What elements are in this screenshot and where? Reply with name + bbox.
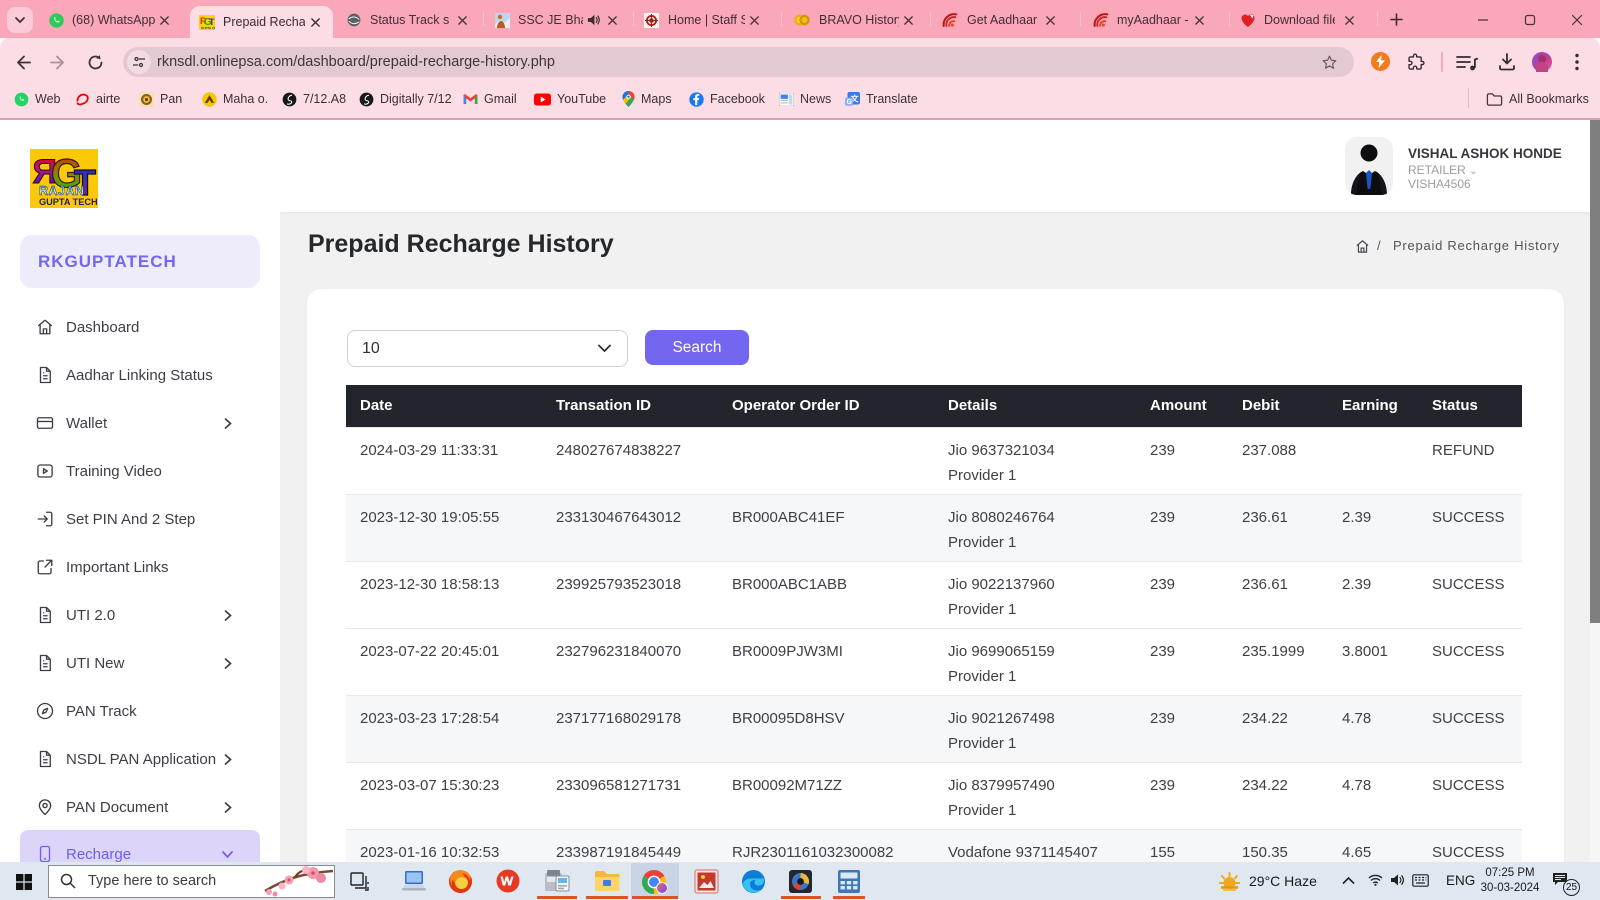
svg-text:G: G	[847, 99, 852, 106]
